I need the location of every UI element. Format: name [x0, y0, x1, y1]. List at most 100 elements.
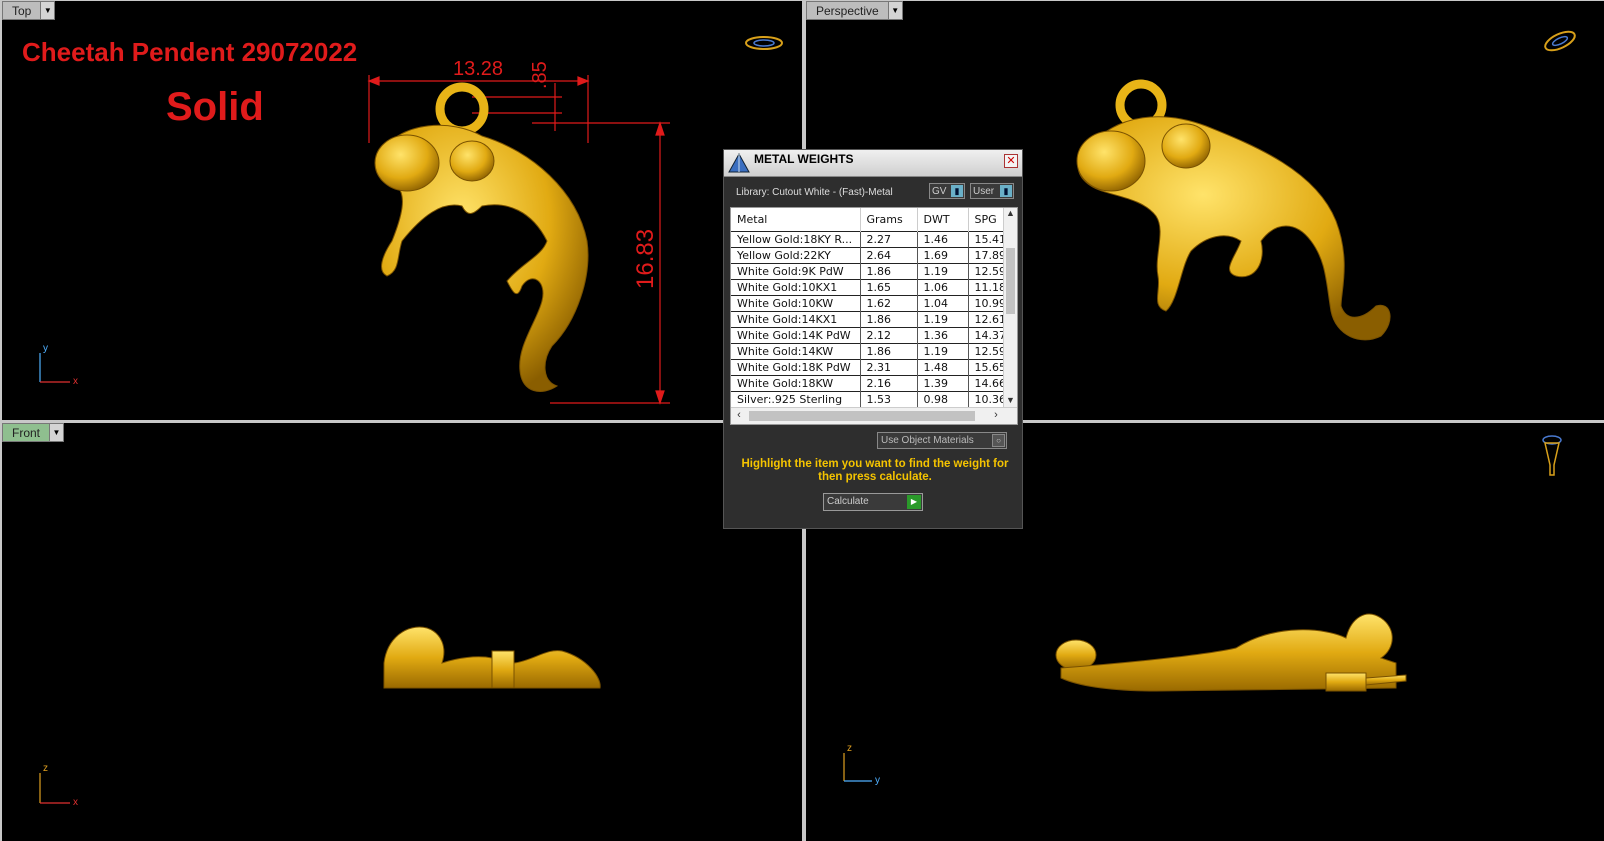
cell-metal: Yellow Gold:18KY R...	[731, 230, 861, 247]
viewport-top[interactable]: Top ▼ Cheetah Pendent 29072022 Solid 13.…	[2, 1, 802, 420]
scroll-left-icon[interactable]: ‹	[732, 409, 746, 423]
dialog-title: METAL WEIGHTS	[754, 152, 854, 166]
cell-spg: 12.61	[968, 310, 1007, 327]
column-header-spg[interactable]: SPG	[968, 208, 1007, 231]
toggle-indicator-icon: ▮	[1000, 185, 1012, 197]
axis-label-x: x	[73, 376, 78, 387]
calculate-button[interactable]: Calculate ▶	[823, 493, 923, 511]
instruction-text: Highlight the item you want to find the …	[741, 458, 1009, 483]
cell-grams: 2.31	[860, 358, 918, 375]
column-header-grams[interactable]: Grams	[860, 208, 918, 231]
cell-grams: 2.16	[860, 374, 918, 391]
table-row[interactable]: White Gold:10KX1 1.65 1.06 11.18	[731, 278, 1007, 295]
cell-dwt: 1.39	[917, 374, 969, 391]
cell-spg: 12.59	[968, 342, 1007, 359]
scrollbar-thumb[interactable]	[1006, 248, 1015, 314]
table-row[interactable]: White Gold:14K PdW 2.12 1.36 14.37	[731, 326, 1007, 343]
cell-metal: White Gold:14KW	[731, 342, 861, 359]
cell-grams: 1.62	[860, 294, 918, 311]
column-header-metal[interactable]: Metal	[731, 208, 861, 231]
viewport-top-label[interactable]: Top ▼	[2, 1, 56, 20]
cell-dwt: 1.48	[917, 358, 969, 375]
cell-metal: White Gold:14K PdW	[731, 326, 861, 343]
axis-label-y: y	[875, 775, 880, 786]
chevron-down-icon[interactable]: ▼	[888, 1, 903, 20]
scrollbar-thumb[interactable]	[749, 411, 975, 421]
gv-toggle-label: GV	[932, 185, 947, 197]
scroll-right-icon[interactable]: ›	[989, 409, 1003, 423]
table-row[interactable]: Yellow Gold:22KY 2.64 1.69 17.89	[731, 246, 1007, 263]
cell-spg: 11.18	[968, 278, 1007, 295]
viewport-perspective-name: Perspective	[806, 1, 889, 20]
calculate-button-label: Calculate	[827, 496, 869, 507]
cheetah-pendant-front	[383, 626, 601, 689]
library-label: Library: Cutout White - (Fast)-Metal	[736, 187, 893, 198]
cell-spg: 10.36	[968, 390, 1007, 407]
model-title: Cheetah Pendent 29072022	[22, 37, 358, 67]
table-row[interactable]: White Gold:18K PdW 2.31 1.48 15.65	[731, 358, 1007, 375]
cell-spg: 17.89	[968, 246, 1007, 263]
table-row[interactable]: White Gold:10KW 1.62 1.04 10.99	[731, 294, 1007, 311]
use-object-materials-label: Use Object Materials	[881, 435, 974, 446]
model-subtitle: Solid	[166, 85, 264, 129]
view-cube-icon	[1542, 435, 1562, 476]
cell-grams: 2.64	[860, 246, 918, 263]
cell-dwt: 1.36	[917, 326, 969, 343]
metal-table[interactable]: Metal Grams DWT SPG Yellow Gold:18KY R..…	[730, 207, 1018, 425]
viewport-front-label[interactable]: Front ▼	[2, 423, 65, 442]
cell-metal: White Gold:18KW	[731, 374, 861, 391]
axis-label-y: y	[43, 343, 48, 354]
axis-label-x: x	[73, 797, 78, 808]
cell-metal: White Gold:10KW	[731, 294, 861, 311]
cell-dwt: 1.06	[917, 278, 969, 295]
column-header-dwt[interactable]: DWT	[917, 208, 969, 231]
horizontal-scrollbar[interactable]: ‹ ›	[731, 407, 1017, 424]
chevron-down-icon[interactable]: ▼	[50, 423, 65, 442]
cell-metal: White Gold:10KX1	[731, 278, 861, 295]
dimension-width: 13.28	[453, 58, 504, 80]
front-view-model	[39, 626, 601, 804]
view-cube-icon	[1544, 30, 1576, 52]
metal-weights-table: Metal Grams DWT SPG Yellow Gold:18KY R..…	[731, 208, 1007, 407]
cell-dwt: 1.19	[917, 310, 969, 327]
viewport-top-name: Top	[2, 1, 42, 20]
cell-metal: White Gold:18K PdW	[731, 358, 861, 375]
cell-grams: 1.86	[860, 262, 918, 279]
viewport-perspective-label[interactable]: Perspective ▼	[806, 1, 903, 20]
cheetah-pendant	[374, 82, 589, 392]
scroll-up-icon[interactable]: ▲	[1004, 208, 1017, 221]
cell-spg: 15.41	[968, 230, 1007, 247]
close-button[interactable]: ✕	[1004, 154, 1018, 168]
gem-logo-icon	[728, 152, 750, 173]
cell-spg: 14.66	[968, 374, 1007, 391]
cell-grams: 1.65	[860, 278, 918, 295]
table-row[interactable]: White Gold:9K PdW 1.86 1.19 12.59	[731, 262, 1007, 279]
metal-weights-dialog[interactable]: METAL WEIGHTS ✕ Library: Cutout White - …	[723, 149, 1023, 529]
user-toggle-label: User	[973, 185, 995, 197]
gv-toggle[interactable]: GV ▮	[929, 183, 965, 199]
cell-grams: 2.27	[860, 230, 918, 247]
table-row[interactable]: White Gold:14KW 1.86 1.19 12.59	[731, 342, 1007, 359]
viewport-front-name: Front	[2, 423, 51, 442]
user-toggle[interactable]: User ▮	[970, 183, 1014, 199]
axis-gizmo-front	[39, 773, 70, 804]
table-body: Yellow Gold:18KY R... 2.27 1.46 15.41 Yellow…	[731, 230, 1007, 407]
dimension-lines	[367, 75, 670, 405]
toggle-indicator-icon: ▮	[951, 185, 963, 197]
cell-spg: 15.65	[968, 358, 1007, 375]
cell-metal: White Gold:9K PdW	[731, 262, 861, 279]
cell-grams: 1.86	[860, 342, 918, 359]
cell-dwt: 1.69	[917, 246, 969, 263]
table-row[interactable]: Yellow Gold:18KY R... 2.27 1.46 15.41	[731, 230, 1007, 247]
table-row[interactable]: White Gold:14KX1 1.86 1.19 12.61	[731, 310, 1007, 327]
vertical-scrollbar[interactable]: ▲ ▼	[1003, 208, 1017, 408]
use-object-materials-toggle[interactable]: Use Object Materials ○	[877, 432, 1007, 449]
chevron-down-icon[interactable]: ▼	[41, 1, 56, 20]
cell-grams: 2.12	[860, 326, 918, 343]
cell-grams: 1.86	[860, 310, 918, 327]
cell-spg: 12.59	[968, 262, 1007, 279]
table-row[interactable]: Silver:.925 Sterling 1.53 0.98 10.36	[731, 390, 1007, 407]
table-row[interactable]: White Gold:18KW 2.16 1.39 14.66	[731, 374, 1007, 391]
viewport-front[interactable]: Front ▼ z x	[2, 423, 802, 841]
dialog-titlebar[interactable]: METAL WEIGHTS ✕	[724, 150, 1022, 177]
